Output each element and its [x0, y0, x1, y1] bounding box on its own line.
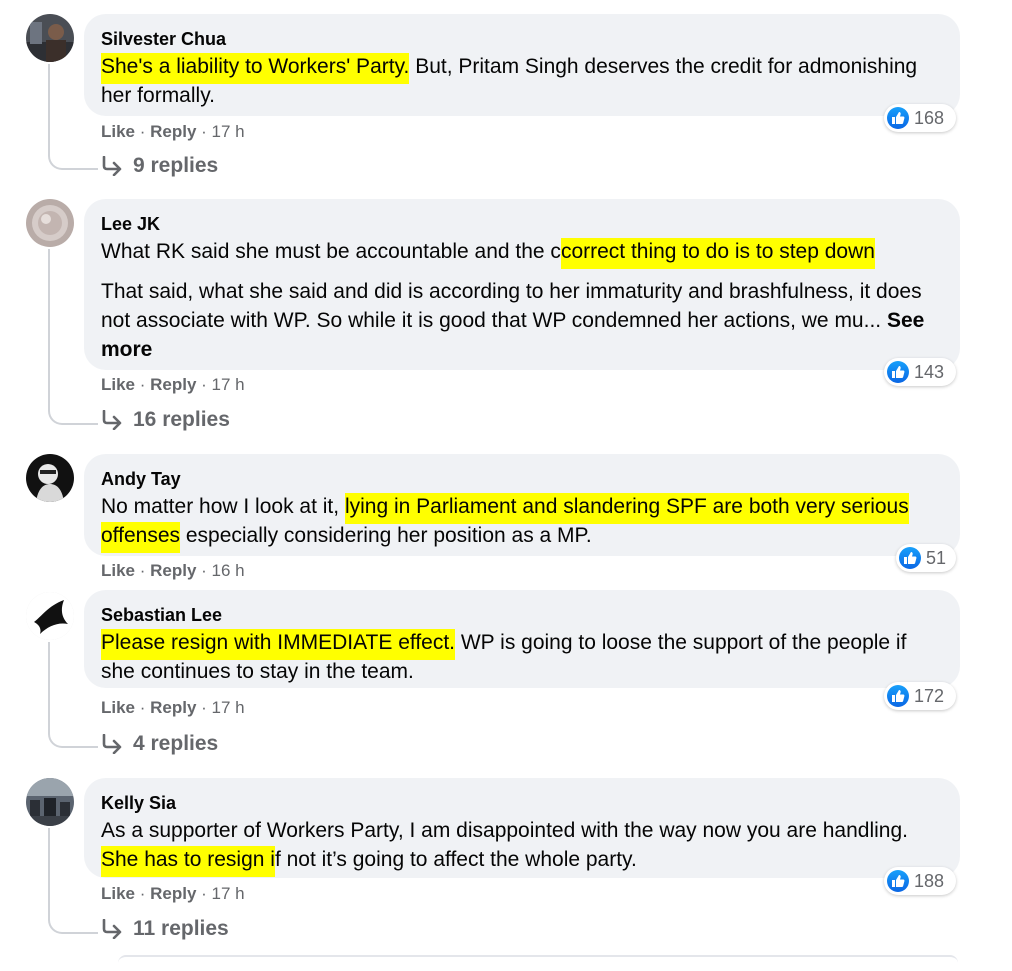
comment-timestamp[interactable]: 17 h: [212, 884, 245, 903]
reply-button[interactable]: Reply: [150, 122, 196, 141]
avatar-photo: [26, 592, 74, 640]
comment-bubble: Kelly Sia As a supporter of Workers Part…: [84, 778, 960, 878]
like-thumb-icon: [887, 361, 909, 383]
reply-button[interactable]: Reply: [150, 698, 196, 717]
like-thumb-icon: [899, 547, 921, 569]
like-thumb-icon: [887, 870, 909, 892]
reply-arrow-icon: [102, 156, 122, 176]
reaction-count-value: 143: [914, 361, 945, 382]
view-replies-button[interactable]: 11 replies: [101, 917, 229, 941]
comment-text: Please resign with IMMEDIATE effect. WP …: [101, 628, 942, 686]
next-comment-edge: [118, 955, 958, 971]
reply-arrow-icon: [102, 410, 122, 430]
view-replies-button[interactable]: 9 replies: [101, 154, 218, 178]
commenter-name[interactable]: Silvester Chua: [101, 28, 942, 50]
commenter-name[interactable]: Andy Tay: [101, 468, 942, 490]
comment-timestamp[interactable]: 17 h: [212, 375, 245, 394]
like-button[interactable]: Like: [101, 884, 135, 903]
reaction-count[interactable]: 188: [884, 867, 956, 895]
replies-count: 11 replies: [133, 917, 229, 940]
comment-paragraph: What RK said she must be accountable and…: [101, 237, 942, 269]
like-thumb-icon: [887, 685, 909, 707]
avatar-photo: [26, 14, 74, 62]
reaction-count-value: 51: [926, 547, 947, 568]
comment-bubble: Lee JK What RK said she must be accounta…: [84, 199, 960, 370]
avatar[interactable]: [26, 199, 74, 247]
avatar-photo: [26, 778, 74, 826]
reply-button[interactable]: Reply: [150, 884, 196, 903]
highlighted-text: Please resign with IMMEDIATE effect.: [101, 629, 456, 660]
comment-bubble: Silvester Chua She's a liability to Work…: [84, 14, 960, 116]
commenter-name[interactable]: Lee JK: [101, 213, 942, 235]
avatar[interactable]: [26, 778, 74, 826]
plain-text: f not it’s going to affect the whole par…: [274, 848, 637, 871]
like-button[interactable]: Like: [101, 122, 135, 141]
reply-button[interactable]: Reply: [150, 561, 196, 580]
highlighted-text: correct thing to do is to step down: [560, 238, 875, 269]
comment-bubble: Sebastian Lee Please resign with IMMEDIA…: [84, 590, 960, 688]
plain-text: That said, what she said and did is acco…: [101, 280, 922, 332]
comment-timestamp[interactable]: 17 h: [212, 698, 245, 717]
comment-timestamp[interactable]: 16 h: [212, 561, 245, 580]
comment-actions: Like · Reply · 17 h: [101, 375, 245, 394]
reaction-count[interactable]: 143: [884, 358, 956, 386]
avatar-photo: [26, 199, 74, 247]
like-thumb-icon: [887, 107, 909, 129]
reaction-count[interactable]: 51: [896, 544, 956, 572]
reply-arrow-icon: [102, 734, 122, 754]
plain-text: As a supporter of Workers Party, I am di…: [101, 819, 908, 842]
like-button[interactable]: Like: [101, 561, 135, 580]
avatar[interactable]: [26, 592, 74, 640]
comment-text: No matter how I look at it, lying in Par…: [101, 492, 942, 553]
reaction-count[interactable]: 172: [884, 682, 956, 710]
avatar[interactable]: [26, 14, 74, 62]
plain-text: No matter how I look at it,: [101, 495, 345, 518]
highlighted-text: She has to resign i: [101, 846, 275, 877]
commenter-name[interactable]: Sebastian Lee: [101, 604, 942, 626]
view-replies-button[interactable]: 16 replies: [101, 408, 230, 432]
like-button[interactable]: Like: [101, 698, 135, 717]
reaction-count[interactable]: 168: [884, 104, 956, 132]
comment-actions: Like · Reply · 17 h: [101, 122, 245, 141]
like-button[interactable]: Like: [101, 375, 135, 394]
commenter-name[interactable]: Kelly Sia: [101, 792, 942, 814]
reaction-count-value: 168: [914, 107, 945, 128]
comment-text: As a supporter of Workers Party, I am di…: [101, 816, 942, 877]
plain-text: especially considering her position as a…: [180, 524, 592, 547]
replies-count: 16 replies: [133, 408, 230, 431]
plain-text: What RK said she must be accountable and…: [101, 240, 561, 263]
avatar-photo: [26, 454, 74, 502]
comment-text: She's a liability to Workers' Party. But…: [101, 52, 942, 110]
comment-bubble: Andy Tay No matter how I look at it, lyi…: [84, 454, 960, 556]
reply-arrow-icon: [102, 919, 122, 939]
view-replies-button[interactable]: 4 replies: [101, 732, 218, 756]
comment-text: What RK said she must be accountable and…: [101, 237, 942, 364]
reaction-count-value: 188: [914, 870, 945, 891]
reply-button[interactable]: Reply: [150, 375, 196, 394]
comment-paragraph: That said, what she said and did is acco…: [101, 277, 942, 364]
comment-actions: Like · Reply · 17 h: [101, 884, 245, 903]
highlighted-text: She's a liability to Workers' Party.: [101, 53, 410, 84]
comment-timestamp[interactable]: 17 h: [212, 122, 245, 141]
comment-actions: Like · Reply · 17 h: [101, 698, 245, 717]
comment-actions: Like · Reply · 16 h: [101, 561, 245, 580]
replies-count: 4 replies: [133, 732, 219, 755]
reaction-count-value: 172: [914, 685, 945, 706]
replies-count: 9 replies: [133, 154, 219, 177]
avatar[interactable]: [26, 454, 74, 502]
